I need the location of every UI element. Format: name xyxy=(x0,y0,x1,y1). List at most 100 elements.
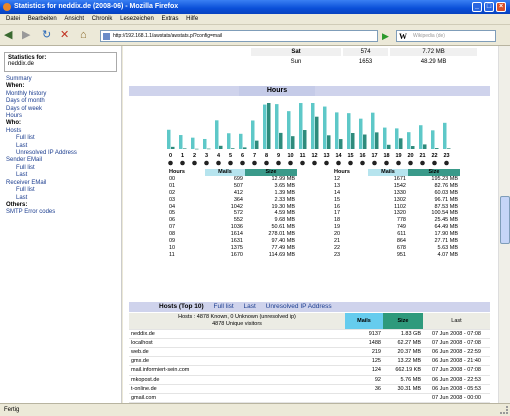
hours-hour-cell: 02 xyxy=(169,189,176,196)
back-icon[interactable]: ◀ xyxy=(4,29,12,41)
host-host-cell[interactable]: localhost xyxy=(129,338,345,348)
sidebar-link[interactable]: Last xyxy=(6,172,121,179)
size-bar-23 xyxy=(447,148,451,149)
forward-icon[interactable]: ▶ xyxy=(22,29,30,41)
day-name: Sat xyxy=(291,49,301,55)
hours-hour-cell: 19 xyxy=(334,224,341,231)
menu-hilfe[interactable]: Hilfe xyxy=(186,14,198,25)
mails-bar-20 xyxy=(407,132,411,149)
sidebar-link[interactable]: Unresolved IP Address xyxy=(6,150,121,157)
sidebar-link[interactable]: Full list xyxy=(6,187,121,194)
sidebar-link[interactable]: Days of month xyxy=(6,98,121,105)
clock-icon xyxy=(312,160,317,166)
sidebar-heading: Who: xyxy=(6,120,21,127)
resize-grip-icon[interactable] xyxy=(500,406,508,414)
table-row: 08 1614 278.01 MB xyxy=(167,231,297,238)
hours-size-cell: 87.53 MB xyxy=(434,203,458,210)
hours-size-cell: 278.01 MB xyxy=(268,231,295,238)
host-mails-cell: 124 xyxy=(345,365,383,376)
menu-extras[interactable]: Extras xyxy=(161,14,178,25)
host-host-cell[interactable]: gmail.com xyxy=(129,393,345,403)
sidebar-link[interactable]: Full list xyxy=(6,135,121,142)
table-row: 22 678 5.63 MB xyxy=(332,245,460,252)
clock-icon xyxy=(276,160,281,166)
hours-size-cell: 100.54 MB xyxy=(431,210,458,217)
hosts-last-link[interactable]: Last xyxy=(244,303,256,310)
table-header-row: Hours Mails Size xyxy=(167,169,297,176)
main-content: Sat 574 7.72 MB Sun 1653 48.29 MB Hours … xyxy=(123,46,498,403)
host-host-cell[interactable]: t-online.de xyxy=(129,384,345,394)
hosts-col-mails: Mails xyxy=(345,313,383,330)
hour-tick-label: 22 xyxy=(431,153,437,159)
sidebar-link[interactable]: Last xyxy=(6,143,121,150)
sidebar-link[interactable]: Monthly history xyxy=(6,91,121,98)
host-host-cell[interactable]: mail.informiert-sein.com xyxy=(129,365,345,376)
sidebar-link[interactable]: Summary xyxy=(6,76,121,83)
host-size-cell: 1.83 GB xyxy=(383,329,423,339)
host-mails-cell: 125 xyxy=(345,356,383,367)
close-button[interactable]: × xyxy=(496,2,506,12)
search-placeholder: Wikipedia (de) xyxy=(413,33,445,39)
sidebar-link[interactable]: Hours xyxy=(6,113,121,120)
day-size: 48.29 MB xyxy=(420,59,447,65)
menu-datei[interactable]: Datei xyxy=(6,14,20,25)
go-icon[interactable]: ▶ xyxy=(382,30,392,42)
size-bar-11 xyxy=(303,130,307,149)
menu-lesezeichen[interactable]: Lesezeichen xyxy=(120,14,154,25)
vertical-scrollbar[interactable] xyxy=(498,46,510,403)
mails-bar-14 xyxy=(335,112,339,149)
size-bar-7 xyxy=(255,140,259,149)
home-icon[interactable]: ⌂ xyxy=(80,29,87,41)
host-host-cell[interactable]: mkopost.de xyxy=(129,375,345,385)
reload-icon[interactable]: ↻ xyxy=(42,29,51,41)
sidebar-link[interactable]: Days of week xyxy=(6,106,121,113)
status-text: Fertig xyxy=(4,407,20,413)
menu-bearbeiten[interactable]: Bearbeiten xyxy=(28,14,57,25)
scrollbar-thumb[interactable] xyxy=(500,196,510,244)
host-host-cell[interactable]: web.de xyxy=(129,347,345,358)
size-bar-17 xyxy=(375,132,379,149)
maximize-button[interactable]: □ xyxy=(484,2,494,12)
minimize-button[interactable]: _ xyxy=(472,2,482,12)
awstats-sidebar: Statistics for: neddix.de Summary When: Mo… xyxy=(0,46,122,403)
hosts-unresolved-link[interactable]: Unresolved IP Address xyxy=(266,303,332,310)
hours-mails-cell: 778 xyxy=(396,217,406,224)
sidebar-link[interactable]: Last xyxy=(6,195,121,202)
stop-icon[interactable]: ✕ xyxy=(60,29,69,41)
mails-bar-5 xyxy=(227,133,231,149)
hours-size-cell: 4.59 MB xyxy=(274,210,295,217)
hours-hour-cell: 03 xyxy=(169,196,176,203)
hours-size-cell: 60.03 MB xyxy=(434,189,458,196)
mails-bar-12 xyxy=(311,103,315,149)
size-bar-20 xyxy=(411,146,415,149)
col-mails: Mails xyxy=(368,169,408,176)
clock-icon xyxy=(384,160,389,166)
hours-mails-cell: 749 xyxy=(396,224,406,231)
mails-bar-18 xyxy=(383,127,387,149)
sidebar-link[interactable]: Receiver EMail xyxy=(6,180,121,187)
sidebar-link[interactable]: Full list xyxy=(6,165,121,172)
host-host-cell[interactable]: gmx.de xyxy=(129,356,345,367)
search-input[interactable]: W Wikipedia (de) xyxy=(396,30,496,42)
size-bar-2 xyxy=(195,148,199,150)
hours-mails-cell: 1542 xyxy=(393,182,406,189)
hosts-full-list-link[interactable]: Full list xyxy=(213,303,233,310)
hosts-table: Hosts : 4878 Known, 0 Unknown (unresolve… xyxy=(129,313,490,403)
menu-ansicht[interactable]: Ansicht xyxy=(64,14,84,25)
hours-mails-cell: 1614 xyxy=(230,231,243,238)
mails-bar-15 xyxy=(347,113,351,149)
hour-tick-label: 5 xyxy=(229,153,232,159)
size-bar-1 xyxy=(183,148,187,149)
navigation-toolbar: ◀ ▶ ↻ ✕ ⌂ http://192.168.1.1/awstats/aws… xyxy=(0,25,510,46)
host-host-cell[interactable]: neddix.de xyxy=(129,329,345,339)
sidebar-link[interactable]: SMTP Error codes xyxy=(6,209,121,216)
hours-mails-cell: 1375 xyxy=(230,244,243,251)
menu-chronik[interactable]: Chronik xyxy=(92,14,113,25)
host-size-cell: 13.22 MB xyxy=(383,356,423,367)
size-bar-4 xyxy=(219,145,223,149)
host-last-cell: 07 Jun 2008 - 07:08 xyxy=(423,338,490,348)
sidebar-link[interactable]: Sender EMail xyxy=(6,157,121,164)
sidebar-link[interactable]: Hosts xyxy=(6,128,121,135)
mails-bar-21 xyxy=(419,125,423,149)
url-bar[interactable]: http://192.168.1.1/awstats/awstats.pl?co… xyxy=(100,30,378,42)
